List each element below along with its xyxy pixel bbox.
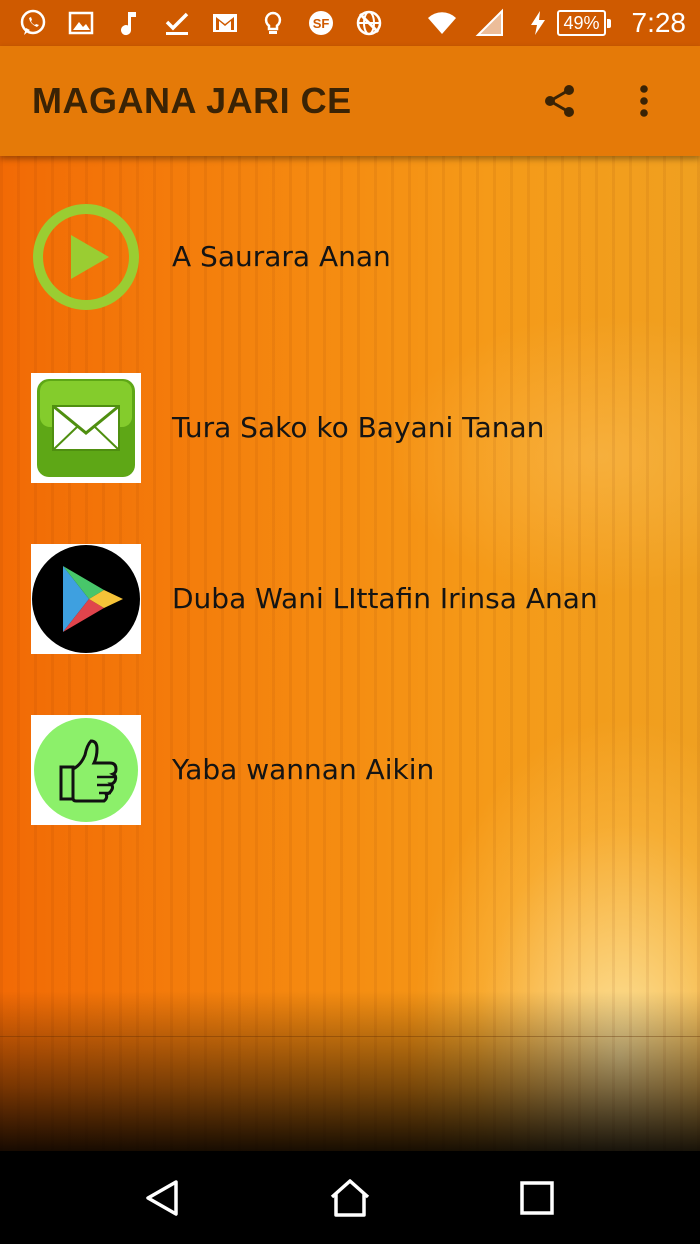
app-toolbar: MAGANA JARI CE xyxy=(0,46,700,156)
menu-item-label: Yaba wannan Aikin xyxy=(172,753,435,786)
recents-square-icon xyxy=(519,1180,554,1215)
menu-item-rate-app[interactable]: Yaba wannan Aikin xyxy=(0,684,700,855)
menu-item-listen[interactable]: A Saurara Anan xyxy=(0,171,700,342)
music-note-icon xyxy=(114,8,144,38)
lightbulb-icon xyxy=(258,8,288,38)
thumbs-up-icon xyxy=(31,714,141,825)
content-background: A Saurara Anan Tura Sako ko Bayani Tanan xyxy=(0,156,700,1151)
clock: 7:28 xyxy=(631,7,687,38)
sf-app-icon: SF xyxy=(306,8,336,38)
menu-list: A Saurara Anan Tura Sako ko Bayani Tanan xyxy=(0,156,700,855)
share-icon xyxy=(545,85,574,117)
svg-text:SF: SF xyxy=(313,16,330,31)
menu-item-label: Duba Wani LIttafin Irinsa Anan xyxy=(172,582,598,615)
gmail-icon xyxy=(210,8,240,38)
play-circle-icon xyxy=(31,202,141,312)
wifi-icon xyxy=(427,8,457,38)
navigation-bar xyxy=(0,1151,700,1244)
menu-item-label: Tura Sako ko Bayani Tanan xyxy=(172,411,545,444)
overflow-menu-button[interactable] xyxy=(620,77,668,125)
battery-percent: 49% xyxy=(557,10,611,36)
notification-icons: SF xyxy=(18,8,384,38)
back-triangle-icon xyxy=(146,1179,179,1216)
more-vert-icon xyxy=(640,85,648,117)
whatsapp-icon xyxy=(18,8,48,38)
status-bar: SF 49% 7:28 xyxy=(0,0,700,46)
app-title: MAGANA JARI CE xyxy=(32,80,352,121)
share-button[interactable] xyxy=(536,77,584,125)
home-icon xyxy=(330,1178,370,1217)
battery-indicator: 49% xyxy=(523,8,611,38)
globe-blocked-icon xyxy=(354,8,384,38)
play-store-icon xyxy=(31,543,141,654)
recents-button[interactable] xyxy=(507,1168,567,1228)
charging-bolt-icon xyxy=(523,8,553,38)
system-status: 49% 7:28 xyxy=(427,7,686,39)
divider xyxy=(0,1036,700,1037)
image-icon xyxy=(66,8,96,38)
menu-item-send-message[interactable]: Tura Sako ko Bayani Tanan xyxy=(0,342,700,513)
cell-signal-icon xyxy=(475,8,505,38)
back-button[interactable] xyxy=(133,1168,193,1228)
home-button[interactable] xyxy=(320,1168,380,1228)
menu-item-more-books[interactable]: Duba Wani LIttafin Irinsa Anan xyxy=(0,513,700,684)
download-done-icon xyxy=(162,8,192,38)
envelope-icon xyxy=(31,372,141,483)
menu-item-label: A Saurara Anan xyxy=(172,240,391,273)
app-screen: SF 49% 7:28 MAGANA JARI CE A Saurara Ana… xyxy=(0,0,700,1244)
